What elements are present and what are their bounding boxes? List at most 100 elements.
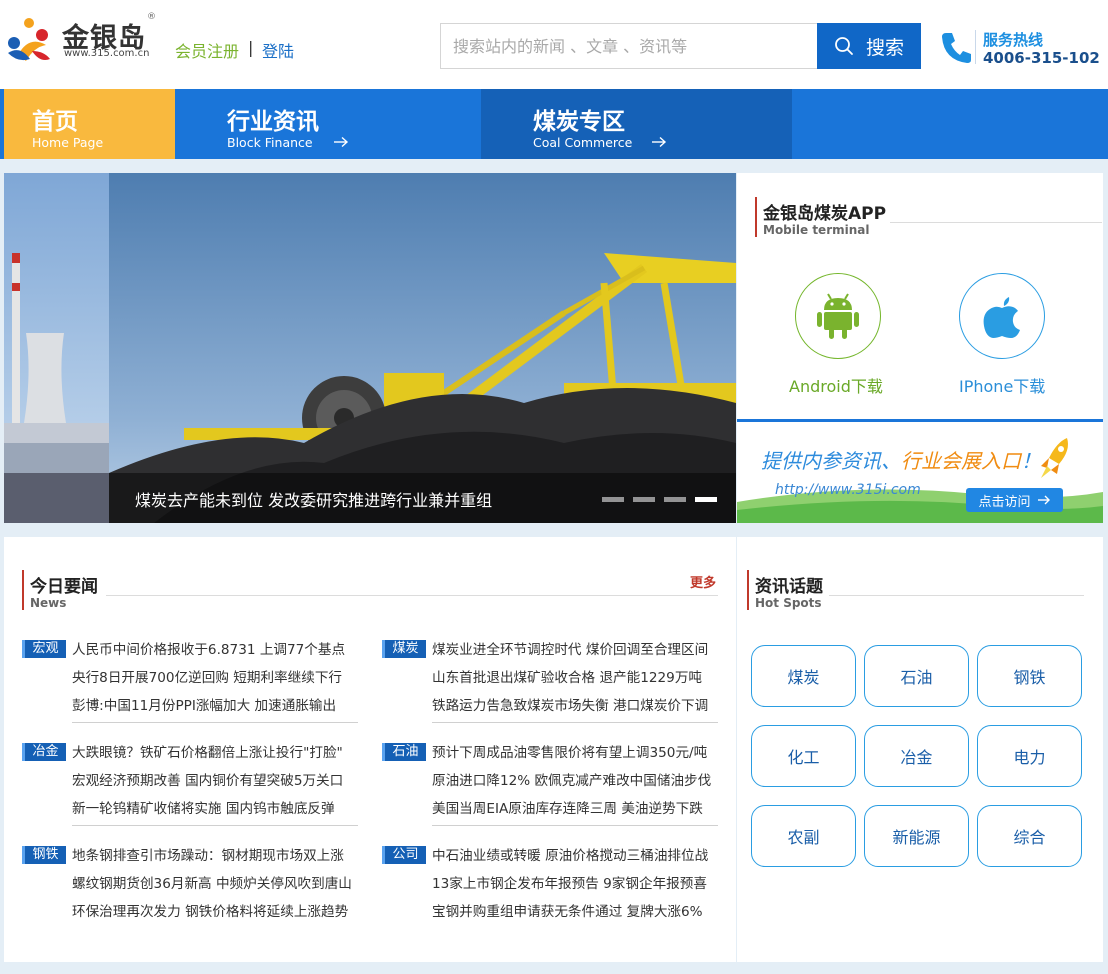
news-divider bbox=[432, 722, 718, 723]
nav-item-coal-zone[interactable]: 煤炭专区 Coal Commerce bbox=[481, 89, 792, 159]
news-tag[interactable]: 煤炭 bbox=[382, 640, 426, 658]
section-accent-bar bbox=[22, 570, 24, 610]
promo-title-highlight: 行业会展入口 bbox=[901, 449, 1021, 473]
search-button[interactable]: 搜索 bbox=[817, 23, 921, 69]
section-accent-bar bbox=[755, 197, 757, 237]
section-underline bbox=[106, 595, 718, 596]
news-item[interactable]: 人民币中间价格报收于6.8731 上调77个基点 bbox=[72, 638, 345, 658]
news-item[interactable]: 螺纹钢期货创36月新高 中频炉关停风吹到唐山 bbox=[72, 872, 352, 892]
arrow-right-icon bbox=[334, 136, 349, 148]
promo-title-part3: ！ bbox=[1021, 449, 1041, 473]
news-item[interactable]: 宏观经济预期改善 国内铜价有望突破5万关口 bbox=[72, 769, 343, 789]
search-input[interactable] bbox=[441, 24, 818, 68]
logo-url: www.315.com.cn bbox=[64, 48, 150, 59]
topics-subtitle: Hot Spots bbox=[755, 596, 822, 610]
phone-icon bbox=[942, 33, 971, 63]
search-box bbox=[440, 23, 818, 69]
app-subtitle: Mobile terminal bbox=[763, 223, 870, 237]
app-title: 金银岛煤炭APP bbox=[763, 204, 887, 224]
carousel-dot-4[interactable] bbox=[695, 497, 717, 502]
promo-title: 提供内参资讯、行业会展入口！ bbox=[761, 445, 1041, 474]
section-underline bbox=[890, 222, 1102, 223]
topic-coal[interactable]: 煤炭 bbox=[751, 645, 856, 707]
iphone-download-label[interactable]: IPhone下载 bbox=[959, 373, 1045, 397]
news-subtitle: News bbox=[30, 596, 67, 610]
news-item[interactable]: 宝钢并购重组申请获无条件通过 复牌大涨6% bbox=[432, 900, 703, 920]
promo-url[interactable]: http://www.315i.com bbox=[775, 482, 921, 498]
app-download-panel: 金银岛煤炭APP Mobile terminal Android下载 IPhon… bbox=[737, 173, 1103, 419]
news-panel: 今日要闻 News 更多 宏观 人民币中间价格报收于6.8731 上调77个基点… bbox=[4, 537, 736, 962]
topic-chemical[interactable]: 化工 bbox=[751, 725, 856, 787]
news-item[interactable]: 13家上市钢企发布年报预告 9家钢企年报预喜 bbox=[432, 872, 707, 892]
promo-visit-label: 点击访问 bbox=[978, 494, 1031, 510]
news-tag[interactable]: 石油 bbox=[382, 743, 426, 761]
topic-oil[interactable]: 石油 bbox=[864, 645, 969, 707]
topics-title: 资讯话题 bbox=[755, 577, 823, 597]
topic-general[interactable]: 综合 bbox=[977, 805, 1082, 867]
news-item[interactable]: 央行8日开展700亿逆回购 短期利率继续下行 bbox=[72, 666, 342, 686]
topic-power[interactable]: 电力 bbox=[977, 725, 1082, 787]
android-download-label[interactable]: Android下载 bbox=[789, 373, 883, 397]
hot-topics-panel: 资讯话题 Hot Spots 煤炭 石油 钢铁 化工 冶金 电力 农副 新能源 … bbox=[737, 537, 1103, 962]
link-separator: | bbox=[248, 38, 254, 57]
news-item[interactable]: 煤炭业进全环节调控时代 煤价回调至合理区间 bbox=[432, 638, 708, 658]
nav-home-sublabel: Home Page bbox=[32, 135, 104, 150]
nav-item-industry-news[interactable]: 行业资讯 Block Finance bbox=[175, 89, 481, 159]
iphone-download-button[interactable] bbox=[959, 273, 1045, 359]
news-more-link[interactable]: 更多 bbox=[690, 572, 716, 591]
site-logo[interactable]: 金银岛 ® www.315.com.cn bbox=[4, 12, 156, 66]
news-item[interactable]: 中石油业绩或转暖 原油价格搅动三桶油排位战 bbox=[432, 844, 708, 864]
carousel-dot-3[interactable] bbox=[664, 497, 686, 502]
news-item[interactable]: 地条钢排查引市场躁动：钢材期现市场双上涨 bbox=[72, 844, 344, 864]
main-nav: 首页 Home Page 行业资讯 Block Finance 煤炭专区 Coa… bbox=[0, 89, 1108, 159]
promo-visit-button[interactable]: 点击访问 bbox=[966, 488, 1063, 512]
login-link[interactable]: 登陆 bbox=[262, 38, 294, 62]
promo-title-part1: 提供内参资讯、 bbox=[761, 449, 901, 473]
news-divider bbox=[72, 722, 358, 723]
news-item[interactable]: 大跌眼镜？铁矿石价格翻倍上涨让投行"打脸" bbox=[72, 741, 343, 761]
rocket-icon bbox=[1041, 438, 1068, 478]
hotline-divider bbox=[975, 30, 976, 64]
nav-home-label: 首页 bbox=[32, 109, 78, 135]
news-divider bbox=[432, 825, 718, 826]
nav-industry-sublabel: Block Finance bbox=[227, 135, 313, 150]
apple-icon bbox=[983, 297, 1020, 338]
topic-metallurgy[interactable]: 冶金 bbox=[864, 725, 969, 787]
news-item[interactable]: 彭博:中国11月份PPI涨幅加大 加速通胀输出 bbox=[72, 694, 336, 714]
news-divider bbox=[72, 825, 358, 826]
carousel-dot-1[interactable] bbox=[602, 497, 624, 502]
carousel-dot-2[interactable] bbox=[633, 497, 655, 502]
promo-banner[interactable]: 提供内参资讯、行业会展入口！ http://www.315i.com 点击访问 bbox=[737, 419, 1103, 523]
news-item[interactable]: 预计下周成品油零售限价将有望上调350元/吨 bbox=[432, 741, 707, 761]
site-header: 金银岛 ® www.315.com.cn 会员注册 | 登陆 搜索 服务热线 4… bbox=[0, 0, 1108, 89]
news-tag[interactable]: 钢铁 bbox=[22, 846, 66, 864]
banner-caption[interactable]: 煤炭去产能未到位 发改委研究推进跨行业兼并重组 bbox=[135, 487, 492, 511]
news-item[interactable]: 美国当周EIA原油库存连降三周 美油逆势下跌 bbox=[432, 797, 703, 817]
arrow-right-icon bbox=[652, 136, 667, 148]
topic-steel[interactable]: 钢铁 bbox=[977, 645, 1082, 707]
android-icon bbox=[817, 293, 859, 339]
logo-mark-icon bbox=[8, 18, 50, 61]
section-accent-bar bbox=[747, 570, 749, 610]
news-item[interactable]: 原油进口降12% 欧佩克减产难改中国储油步伐 bbox=[432, 769, 711, 789]
news-title: 今日要闻 bbox=[30, 577, 98, 597]
news-item[interactable]: 铁路运力告急致煤炭市场失衡 港口煤炭价下调 bbox=[432, 694, 708, 714]
news-tag[interactable]: 冶金 bbox=[22, 743, 66, 761]
hotline-label: 服务热线 bbox=[983, 31, 1044, 49]
banner-image bbox=[4, 173, 736, 523]
nav-industry-label: 行业资讯 bbox=[227, 109, 319, 135]
carousel-indicators bbox=[602, 497, 717, 502]
topic-new-energy[interactable]: 新能源 bbox=[864, 805, 969, 867]
nav-item-home[interactable]: 首页 Home Page bbox=[4, 89, 175, 159]
topic-agriculture[interactable]: 农副 bbox=[751, 805, 856, 867]
arrow-right-icon bbox=[1037, 495, 1050, 505]
search-button-label: 搜索 bbox=[865, 36, 904, 59]
news-item[interactable]: 环保治理再次发力 钢铁价格料将延续上涨趋势 bbox=[72, 900, 348, 920]
banner-carousel[interactable]: 煤炭去产能未到位 发改委研究推进跨行业兼并重组 bbox=[4, 173, 736, 523]
news-item[interactable]: 山东首批退出煤矿验收合格 退产能1229万吨 bbox=[432, 666, 702, 686]
android-download-button[interactable] bbox=[795, 273, 881, 359]
register-link[interactable]: 会员注册 bbox=[175, 38, 239, 62]
news-tag[interactable]: 宏观 bbox=[22, 640, 66, 658]
news-tag[interactable]: 公司 bbox=[382, 846, 426, 864]
news-item[interactable]: 新一轮钨精矿收储将实施 国内钨市触底反弹 bbox=[72, 797, 335, 817]
